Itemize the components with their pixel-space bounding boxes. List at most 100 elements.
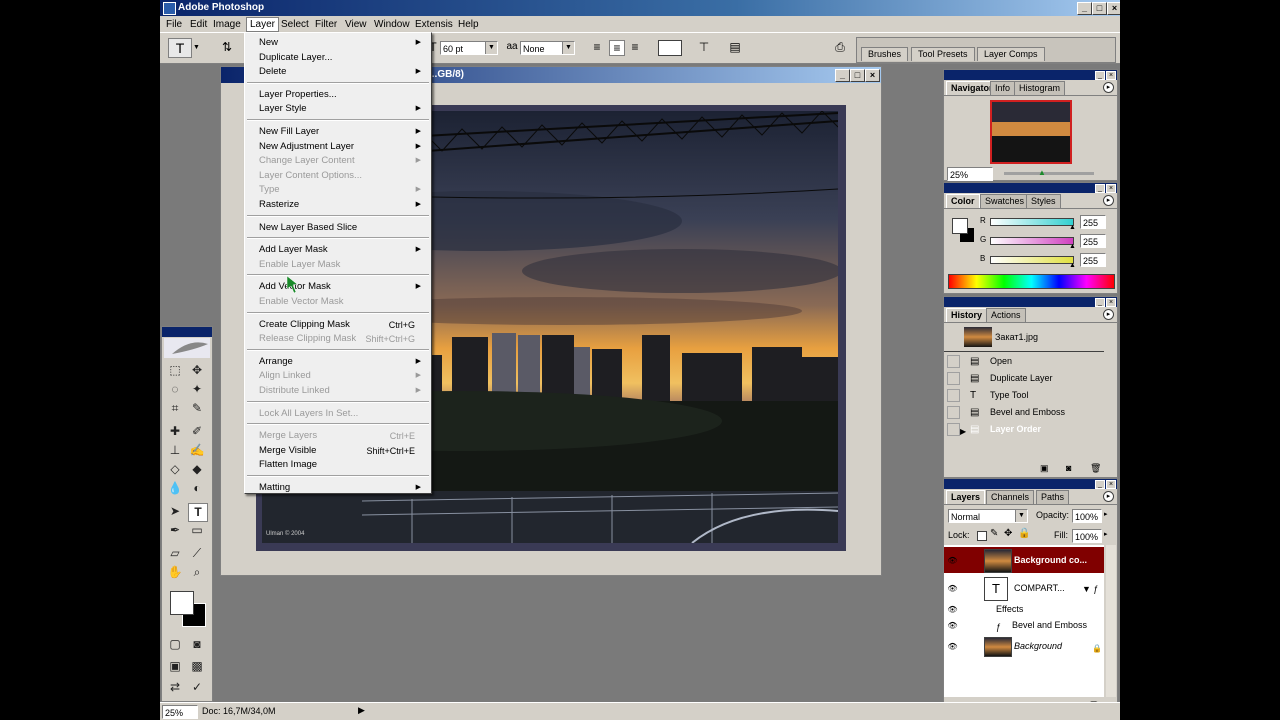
- close-button[interactable]: ×: [1107, 2, 1120, 15]
- layer-menu-item-new-layer-based-slice[interactable]: New Layer Based Slice: [259, 221, 421, 235]
- history-trash-icon[interactable]: 🗑: [1090, 463, 1101, 474]
- font-size-field[interactable]: 60 pt ▼: [440, 41, 498, 55]
- dodge-tool-icon[interactable]: ◐: [188, 480, 206, 497]
- menu-help[interactable]: Help: [455, 18, 482, 31]
- channel-value-field-g[interactable]: 255: [1080, 234, 1106, 248]
- layers-menu-icon[interactable]: ▸: [1103, 491, 1114, 502]
- orientation-icon[interactable]: ⇅: [220, 40, 234, 54]
- eye-icon[interactable]: 👁: [947, 604, 958, 615]
- panel-close-icon[interactable]: ×: [1106, 184, 1116, 193]
- healing-brush-tool-icon[interactable]: ✚: [166, 423, 184, 440]
- tab-history[interactable]: History: [946, 308, 988, 322]
- menu-filter[interactable]: Filter: [312, 18, 340, 31]
- clone-stamp-tool-icon[interactable]: ⊥: [166, 442, 184, 459]
- align-center-icon[interactable]: ≡: [609, 40, 625, 56]
- menu-edit[interactable]: Edit: [187, 18, 210, 31]
- panel-close-icon[interactable]: ×: [1106, 480, 1116, 489]
- layer-row[interactable]: 👁 Background 🔒: [944, 635, 1104, 657]
- layer-menu-item-add-layer-mask[interactable]: Add Layer Mask ▶: [259, 243, 421, 257]
- history-menu-icon[interactable]: ▸: [1103, 309, 1114, 320]
- lock-paint-icon[interactable]: ✎: [990, 528, 998, 539]
- opacity-arrow-icon[interactable]: ▸: [1104, 510, 1108, 518]
- standard-mode-icon[interactable]: ▢: [166, 636, 184, 653]
- panel-minimize-icon[interactable]: _: [1095, 71, 1105, 80]
- color-foreground-swatch[interactable]: [952, 218, 968, 234]
- well-tab-layer-comps[interactable]: Layer Comps: [977, 47, 1045, 61]
- layer-menu-item-rasterize[interactable]: Rasterize ▶: [259, 198, 421, 212]
- layer-menu-item-duplicate-layer[interactable]: Duplicate Layer...: [259, 51, 421, 65]
- history-snapshot[interactable]: Закат1.jpg: [944, 325, 1104, 352]
- layer-menu-item-layer-style[interactable]: Layer Style ▶: [259, 102, 421, 116]
- crop-tool-icon[interactable]: ⌗: [166, 400, 184, 417]
- slice-tool-icon[interactable]: ✎: [188, 400, 206, 417]
- history-brush-tool-icon[interactable]: ✍: [188, 442, 206, 459]
- panel-minimize-icon[interactable]: _: [1095, 480, 1105, 489]
- history-state[interactable]: ▤ Layer Order ▶: [944, 421, 1104, 438]
- layer-menu-item-merge-visible[interactable]: Merge Visible Shift+Ctrl+E: [259, 444, 421, 458]
- screen-mode-full-icon[interactable]: ▩: [188, 658, 206, 675]
- doc-maximize-button[interactable]: □: [850, 69, 865, 82]
- blend-mode-select[interactable]: Normal ▼: [948, 509, 1028, 523]
- panel-minimize-icon[interactable]: _: [1095, 298, 1105, 307]
- history-new-snapshot-icon[interactable]: ◙: [1066, 463, 1071, 473]
- brush-tool-icon[interactable]: ✐: [188, 423, 206, 440]
- lock-all-icon[interactable]: 🔒: [1018, 528, 1030, 539]
- blur-tool-icon[interactable]: 💧: [166, 480, 184, 497]
- history-brush-source-box[interactable]: [947, 423, 960, 436]
- tab-info[interactable]: Info: [990, 81, 1016, 95]
- layers-scrollbar[interactable]: [1106, 545, 1116, 697]
- minimize-button[interactable]: _: [1077, 2, 1092, 15]
- fill-field[interactable]: 100%: [1072, 529, 1102, 543]
- eye-icon[interactable]: 👁: [947, 555, 958, 566]
- warp-text-icon[interactable]: ⊤: [697, 40, 711, 54]
- layer-menu-item-flatten-image[interactable]: Flatten Image: [259, 458, 421, 472]
- doc-minimize-button[interactable]: _: [835, 69, 850, 82]
- history-state[interactable]: ▤ Bevel and Emboss: [944, 404, 1104, 421]
- feather-logo-icon[interactable]: [164, 338, 210, 358]
- channel-value-field-b[interactable]: 255: [1080, 253, 1106, 267]
- pen-tool-icon[interactable]: ✒: [166, 522, 184, 539]
- layer-row[interactable]: 👁 Background co...: [944, 547, 1104, 573]
- align-right-icon[interactable]: ≡: [628, 40, 642, 54]
- layer-effects-icon[interactable]: ▼ ƒ: [1082, 581, 1098, 598]
- layer-menu-item-layer-properties[interactable]: Layer Properties...: [259, 88, 421, 102]
- tab-paths[interactable]: Paths: [1036, 490, 1070, 504]
- menu-select[interactable]: Select: [278, 18, 312, 31]
- layer-menu-item-add-vector-mask[interactable]: Add Vector Mask ▶: [259, 280, 421, 294]
- layer-row[interactable]: 👁 ƒ Bevel and Emboss: [944, 617, 1104, 633]
- layer-menu-item-arrange[interactable]: Arrange ▶: [259, 355, 421, 369]
- slider-thumb-icon[interactable]: ▲: [1069, 262, 1076, 269]
- lasso-tool-icon[interactable]: ◌: [166, 381, 184, 398]
- status-menu-arrow-icon[interactable]: ▶: [358, 705, 365, 716]
- history-brush-source-box[interactable]: [947, 372, 960, 385]
- history-state[interactable]: ▤ Open: [944, 353, 1104, 370]
- history-brush-source-box[interactable]: [947, 355, 960, 368]
- hand-tool-icon[interactable]: ✋: [166, 564, 184, 581]
- panel-close-icon[interactable]: ×: [1106, 71, 1116, 80]
- align-left-icon[interactable]: ≡: [590, 40, 604, 54]
- layer-menu-item-new-fill-layer[interactable]: New Fill Layer ▶: [259, 125, 421, 139]
- lock-move-icon[interactable]: ✥: [1004, 528, 1012, 539]
- layer-menu-item-create-clipping-mask[interactable]: Create Clipping Mask Ctrl+G: [259, 318, 421, 332]
- navigator-menu-icon[interactable]: ▸: [1103, 82, 1114, 93]
- history-state[interactable]: T Type Tool: [944, 387, 1104, 404]
- text-color-swatch[interactable]: [658, 40, 682, 56]
- quick-mask-mode-icon[interactable]: ◙: [188, 636, 206, 653]
- slider-thumb-icon[interactable]: ▲: [1069, 224, 1076, 231]
- eye-icon[interactable]: 👁: [947, 583, 958, 594]
- navigator-thumbnail[interactable]: [990, 100, 1072, 164]
- paint-bucket-tool-icon[interactable]: ◆: [188, 461, 206, 478]
- menu-window[interactable]: Window: [371, 18, 413, 31]
- shape-tool-icon[interactable]: ▭: [188, 522, 206, 539]
- eye-icon[interactable]: 👁: [947, 641, 958, 652]
- color-menu-icon[interactable]: ▸: [1103, 195, 1114, 206]
- panel-close-icon[interactable]: ×: [1106, 298, 1116, 307]
- opacity-field[interactable]: 100%: [1072, 509, 1102, 523]
- type-tool-preset-icon[interactable]: T: [168, 38, 192, 58]
- channel-slider-g[interactable]: [990, 237, 1074, 245]
- antialias-select[interactable]: None ▼: [520, 41, 575, 55]
- jump-icon[interactable]: ✓: [188, 679, 206, 696]
- fill-arrow-icon[interactable]: ▸: [1104, 530, 1108, 538]
- path-selection-tool-icon[interactable]: ➤: [166, 503, 184, 520]
- type-tool-icon[interactable]: T: [188, 503, 208, 522]
